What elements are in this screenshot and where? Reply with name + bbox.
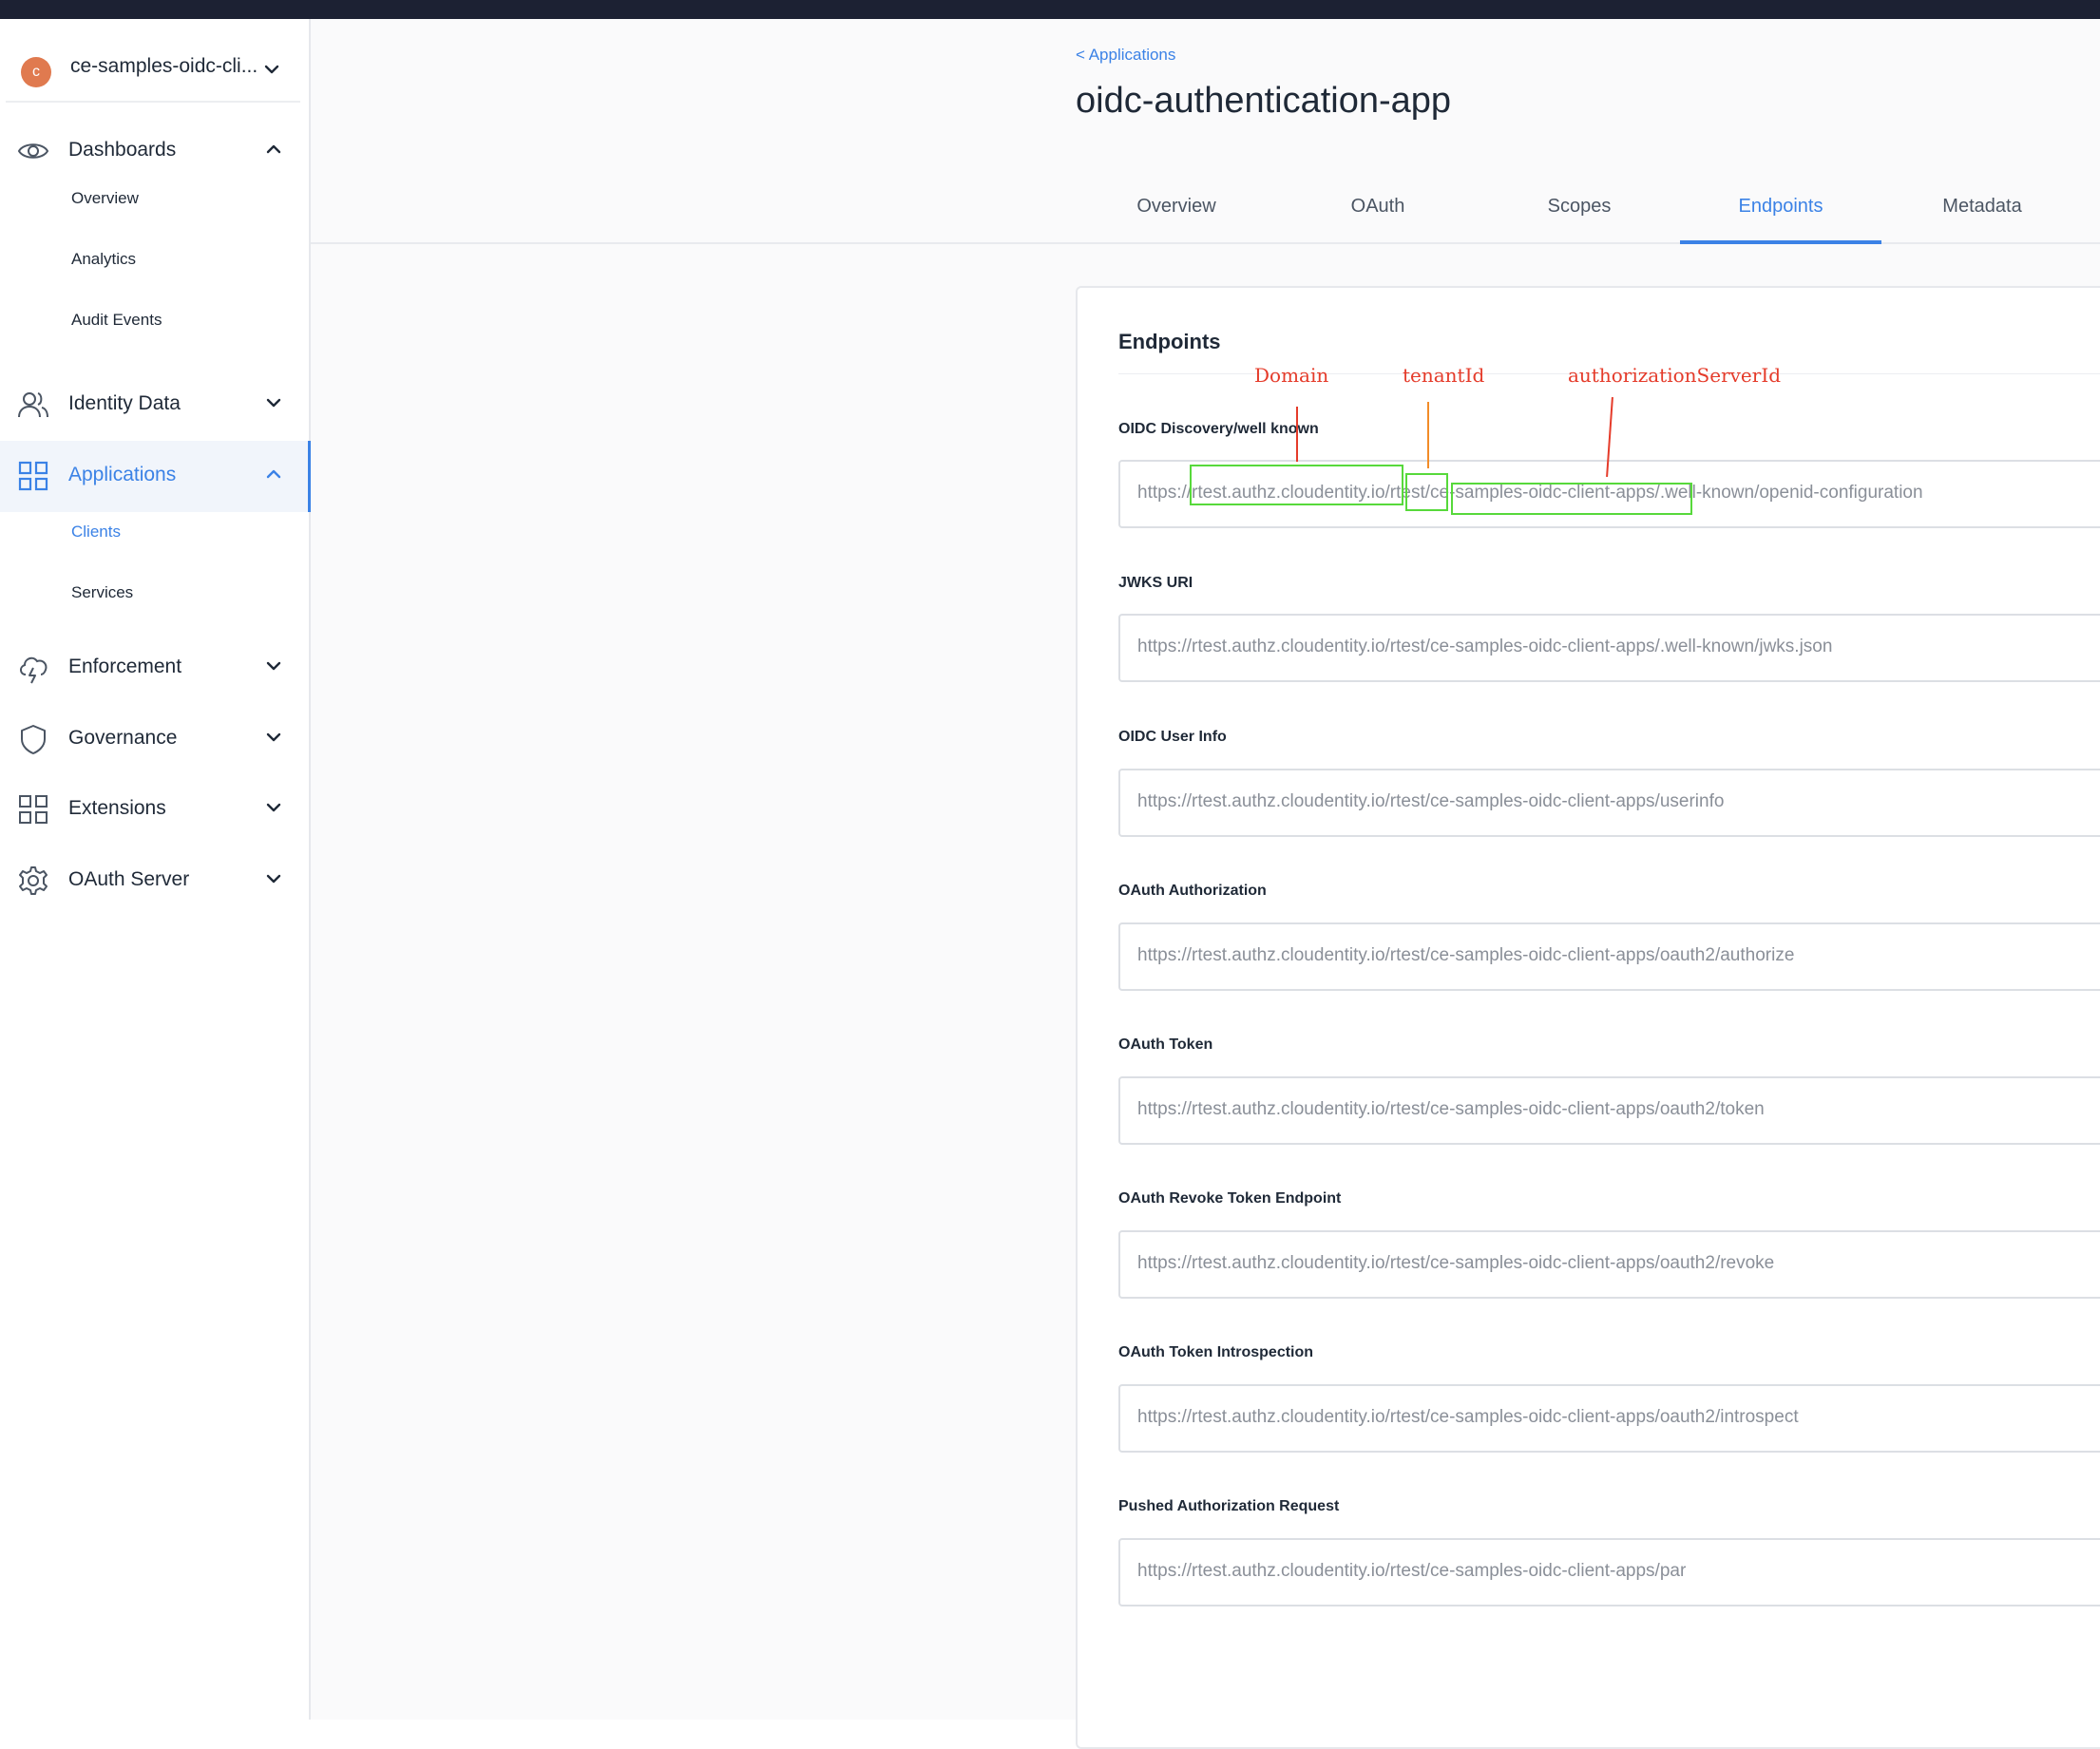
sidebar-subitem-overview[interactable]: Overview xyxy=(71,189,139,208)
field-label: Pushed Authorization Request xyxy=(1118,1498,1340,1514)
revoke-endpoint-field[interactable]: https://rtest.authz.cloudentity.io/rtest… xyxy=(1118,1230,2100,1299)
cloud-lightning-icon xyxy=(20,656,48,684)
card-title: Endpoints xyxy=(1118,330,1221,353)
chevron-down-icon xyxy=(266,732,281,742)
annotation-authorization-server-id-label: authorizationServerId xyxy=(1568,364,1782,387)
tenant-avatar: c xyxy=(21,57,51,87)
annotation-tenant-id-label: tenantId xyxy=(1403,364,1485,387)
sidebar-subitem-audit-events[interactable]: Audit Events xyxy=(71,311,162,330)
field-value: https://rtest.authz.cloudentity.io/rtest… xyxy=(1137,1407,1799,1427)
sidebar-item-applications[interactable]: Applications xyxy=(0,441,313,512)
annotation-box-domain xyxy=(1190,465,1403,505)
chevron-down-icon xyxy=(264,65,279,74)
field-value: https://rtest.authz.cloudentity.io/rtest… xyxy=(1137,637,1833,656)
field-label: OAuth Token xyxy=(1118,1036,1213,1053)
chevron-down-icon xyxy=(266,874,281,884)
breadcrumb-back-link[interactable]: < Applications xyxy=(1076,46,1175,65)
sidebar-item-dashboards[interactable]: Dashboards xyxy=(0,116,311,187)
eye-icon xyxy=(17,143,49,159)
annotation-pointer-tenant-id xyxy=(1427,402,1429,468)
annotation-domain-label: Domain xyxy=(1254,364,1329,387)
field-value: https://rtest.authz.cloudentity.io/rtest… xyxy=(1137,945,1795,965)
sidebar-item-label: Identity Data xyxy=(68,392,181,414)
sidebar-subitem-clients[interactable]: Clients xyxy=(71,523,121,542)
tenant-selector[interactable]: c ce-samples-oidc-cli... xyxy=(6,36,300,103)
tab-metadata[interactable]: Metadata xyxy=(1881,185,2083,244)
sidebar-subitem-analytics[interactable]: Analytics xyxy=(71,250,136,269)
tab-oauth[interactable]: OAuth xyxy=(1277,185,1479,244)
sidebar-item-label: Enforcement xyxy=(68,656,182,677)
token-endpoint-field[interactable]: https://rtest.authz.cloudentity.io/rtest… xyxy=(1118,1076,2100,1145)
users-icon xyxy=(18,392,48,418)
field-value: https://rtest.authz.cloudentity.io/rtest… xyxy=(1137,1561,1687,1581)
authorization-endpoint-field[interactable]: https://rtest.authz.cloudentity.io/rtest… xyxy=(1118,922,2100,991)
field-value: https://rtest.authz.cloudentity.io/rtest… xyxy=(1137,791,1725,811)
sidebar-item-label: Applications xyxy=(68,464,177,485)
tab-bar: Overview OAuth Scopes Endpoints Metadata xyxy=(1076,185,2100,244)
sidebar-subitem-services[interactable]: Services xyxy=(71,583,133,602)
chevron-up-icon xyxy=(266,144,281,154)
field-label: OAuth Revoke Token Endpoint xyxy=(1118,1190,1342,1207)
introspection-endpoint-field[interactable]: https://rtest.authz.cloudentity.io/rtest… xyxy=(1118,1384,2100,1453)
field-label: OAuth Token Introspection xyxy=(1118,1344,1314,1360)
shield-icon xyxy=(21,725,46,754)
field-value: https://rtest.authz.cloudentity.io/rtest… xyxy=(1137,1099,1765,1119)
sidebar-item-label: Governance xyxy=(68,727,178,749)
sidebar-item-enforcement[interactable]: Enforcement xyxy=(0,633,311,704)
par-endpoint-field[interactable]: https://rtest.authz.cloudentity.io/rtest… xyxy=(1118,1538,2100,1606)
chevron-up-icon xyxy=(266,469,281,479)
tenant-name: ce-samples-oidc-cli... xyxy=(70,55,258,77)
tab-endpoints[interactable]: Endpoints xyxy=(1680,185,1881,244)
page-header: < Applications oidc-authentication-app O… xyxy=(311,19,2100,244)
sidebar-item-extensions[interactable]: Extensions xyxy=(0,774,311,846)
page-title: oidc-authentication-app xyxy=(1076,81,1452,121)
userinfo-field[interactable]: https://rtest.authz.cloudentity.io/rtest… xyxy=(1118,769,2100,837)
main-content: < Applications oidc-authentication-app O… xyxy=(311,19,2100,1749)
sidebar-item-oauth-server[interactable]: OAuth Server xyxy=(0,846,311,917)
chevron-down-icon xyxy=(266,661,281,671)
sidebar-item-identity-data[interactable]: Identity Data xyxy=(0,370,311,441)
tab-overview[interactable]: Overview xyxy=(1076,185,1277,244)
field-label: OIDC User Info xyxy=(1118,729,1227,745)
grid-icon xyxy=(18,461,48,491)
sidebar: c ce-samples-oidc-cli... Dashboards Over… xyxy=(0,19,313,1720)
top-bar xyxy=(0,0,2100,19)
annotation-box-authorization-server-id xyxy=(1451,483,1692,515)
chevron-down-icon xyxy=(266,398,281,408)
tab-scopes[interactable]: Scopes xyxy=(1479,185,1680,244)
sidebar-item-governance[interactable]: Governance xyxy=(0,704,311,775)
annotation-box-tenant-id xyxy=(1405,473,1448,511)
field-label: OIDC Discovery/well known xyxy=(1118,421,1319,437)
gear-icon xyxy=(19,866,48,895)
field-label: JWKS URI xyxy=(1118,575,1193,591)
sidebar-item-label: OAuth Server xyxy=(68,868,190,890)
sidebar-item-label: Dashboards xyxy=(68,139,177,161)
jwks-uri-field[interactable]: https://rtest.authz.cloudentity.io/rtest… xyxy=(1118,614,2100,682)
chevron-down-icon xyxy=(266,803,281,812)
sidebar-item-label: Extensions xyxy=(68,797,166,819)
annotation-pointer-domain xyxy=(1296,407,1298,462)
field-label: OAuth Authorization xyxy=(1118,883,1267,899)
field-value: https://rtest.authz.cloudentity.io/rtest… xyxy=(1137,1253,1775,1273)
grid-icon xyxy=(19,795,48,824)
